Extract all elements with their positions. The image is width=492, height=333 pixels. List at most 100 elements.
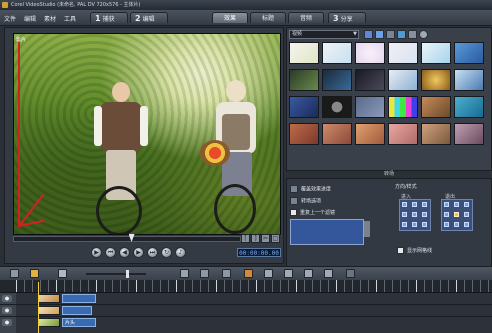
menu-file[interactable]: 文件 xyxy=(4,14,16,23)
video-clip[interactable] xyxy=(38,294,60,303)
library-thumbnail[interactable] xyxy=(388,96,418,118)
load-folder-icon[interactable] xyxy=(364,30,373,39)
library-thumbnail[interactable] xyxy=(454,42,484,64)
library-thumbnail[interactable] xyxy=(322,123,352,145)
library-thumbnail[interactable] xyxy=(388,69,418,91)
video-clip-label[interactable] xyxy=(62,294,96,303)
direction-arrow-icon[interactable] xyxy=(464,222,469,227)
sort-icon[interactable] xyxy=(397,30,406,39)
library-thumbnail[interactable] xyxy=(355,69,385,91)
options-icon[interactable] xyxy=(419,30,428,39)
direction-arrow-icon[interactable] xyxy=(444,202,449,207)
library-thumbnail[interactable] xyxy=(421,69,451,91)
library-thumbnail[interactable] xyxy=(289,42,319,64)
tab-effects[interactable]: 效果 xyxy=(212,12,248,23)
direction-arrow-icon[interactable] xyxy=(422,212,427,217)
tab-capture[interactable]: 1 捕获 xyxy=(90,12,128,23)
library-thumbnail[interactable] xyxy=(355,42,385,64)
direction-arrow-icon[interactable] xyxy=(412,202,417,207)
library-thumbnail[interactable] xyxy=(289,96,319,118)
delete-icon[interactable] xyxy=(408,30,417,39)
option-repeat-filter[interactable]: 重复上一个滤镜 xyxy=(290,209,335,216)
storyboard-view-icon[interactable] xyxy=(10,269,19,278)
tab-share[interactable]: 3 分享 xyxy=(328,12,366,23)
direction-arrow-icon[interactable] xyxy=(402,212,407,217)
volume-icon[interactable]: ♪ xyxy=(175,247,186,258)
zoom-slider[interactable] xyxy=(86,273,146,275)
timeline-ruler[interactable] xyxy=(0,280,492,293)
tab-title[interactable]: 标题 xyxy=(250,12,286,23)
tab-edit[interactable]: 2 编辑 xyxy=(130,12,168,23)
mark-in-icon[interactable]: [ xyxy=(241,234,250,243)
mixer-icon[interactable] xyxy=(304,269,313,278)
direction-arrow-icon[interactable] xyxy=(454,202,459,207)
title-clip-thumb[interactable] xyxy=(38,318,60,327)
chapter-icon[interactable] xyxy=(346,269,355,278)
redo-icon[interactable] xyxy=(222,269,231,278)
title-clip[interactable]: 片头 xyxy=(62,318,96,327)
view-mode-icon[interactable] xyxy=(386,30,395,39)
library-thumbnail[interactable] xyxy=(289,69,319,91)
direction-arrow-icon[interactable] xyxy=(402,222,407,227)
library-thumbnail[interactable] xyxy=(388,123,418,145)
filter-list[interactable] xyxy=(290,219,364,245)
record-icon[interactable] xyxy=(264,269,273,278)
timeline-view-icon[interactable] xyxy=(30,269,39,278)
direction-arrow-icon[interactable] xyxy=(402,202,407,207)
option-transition-settings[interactable]: 转场选项 xyxy=(290,197,321,205)
direction-center-icon[interactable] xyxy=(454,212,459,217)
timecode-display[interactable]: 00:00:00.00 xyxy=(237,248,281,257)
library-thumbnail[interactable] xyxy=(421,123,451,145)
end-icon[interactable]: ⏭ xyxy=(147,247,158,258)
direction-arrow-icon[interactable] xyxy=(412,222,417,227)
library-thumbnail[interactable] xyxy=(355,123,385,145)
checkbox[interactable] xyxy=(397,247,404,254)
library-thumbnail[interactable] xyxy=(454,123,484,145)
timeline-playhead[interactable] xyxy=(38,282,39,333)
direction-arrow-icon[interactable] xyxy=(422,202,427,207)
library-thumbnail[interactable] xyxy=(322,96,352,118)
scrub-bar[interactable] xyxy=(13,236,241,242)
library-category-select[interactable]: 视频 ▼ xyxy=(289,30,359,39)
menu-tools[interactable]: 工具 xyxy=(64,14,76,23)
option-show-grid[interactable]: 显示网格线 xyxy=(397,247,432,254)
library-thumbnail[interactable] xyxy=(355,96,385,118)
library-thumbnail[interactable] xyxy=(454,69,484,91)
mark-out-icon[interactable]: ] xyxy=(251,234,260,243)
direction-center-icon[interactable] xyxy=(412,212,417,217)
overlay-clip[interactable] xyxy=(38,306,60,315)
enlarge-icon[interactable]: □ xyxy=(271,234,280,243)
direction-arrow-icon[interactable] xyxy=(454,222,459,227)
import-icon[interactable] xyxy=(375,30,384,39)
overlay-clip-label[interactable] xyxy=(62,306,92,315)
list-scroll-button[interactable] xyxy=(364,221,370,237)
direction-arrow-icon[interactable] xyxy=(422,222,427,227)
tab-audio[interactable]: 音频 xyxy=(288,12,324,23)
library-thumbnail[interactable] xyxy=(289,123,319,145)
play-icon[interactable]: ▶ xyxy=(91,247,102,258)
direction-arrow-icon[interactable] xyxy=(444,222,449,227)
direction-arrow-icon[interactable] xyxy=(464,212,469,217)
library-thumbnail[interactable] xyxy=(322,69,352,91)
menu-edit[interactable]: 编辑 xyxy=(24,14,36,23)
direction-arrow-icon[interactable] xyxy=(444,212,449,217)
library-thumbnail[interactable] xyxy=(421,42,451,64)
fit-icon[interactable] xyxy=(180,269,189,278)
audio-view-icon[interactable] xyxy=(58,269,67,278)
track-manager-icon[interactable] xyxy=(324,269,333,278)
library-thumbnail[interactable] xyxy=(421,96,451,118)
enable-ripple-icon[interactable] xyxy=(244,269,253,278)
library-thumbnail[interactable] xyxy=(322,42,352,64)
menu-clip[interactable]: 素材 xyxy=(44,14,56,23)
undo-icon[interactable] xyxy=(200,269,209,278)
zoom-knob[interactable] xyxy=(126,270,129,278)
library-thumbnail[interactable] xyxy=(388,42,418,64)
cut-icon[interactable]: ✂ xyxy=(261,234,270,243)
library-thumbnail[interactable] xyxy=(454,96,484,118)
next-frame-icon[interactable]: ▶ xyxy=(133,247,144,258)
option-overlay-progress[interactable]: 覆盖效果进度 xyxy=(290,185,331,193)
checkbox[interactable] xyxy=(290,209,297,216)
direction-arrow-icon[interactable] xyxy=(464,202,469,207)
repeat-icon[interactable]: ↻ xyxy=(161,247,172,258)
home-icon[interactable]: ⏮ xyxy=(105,247,116,258)
